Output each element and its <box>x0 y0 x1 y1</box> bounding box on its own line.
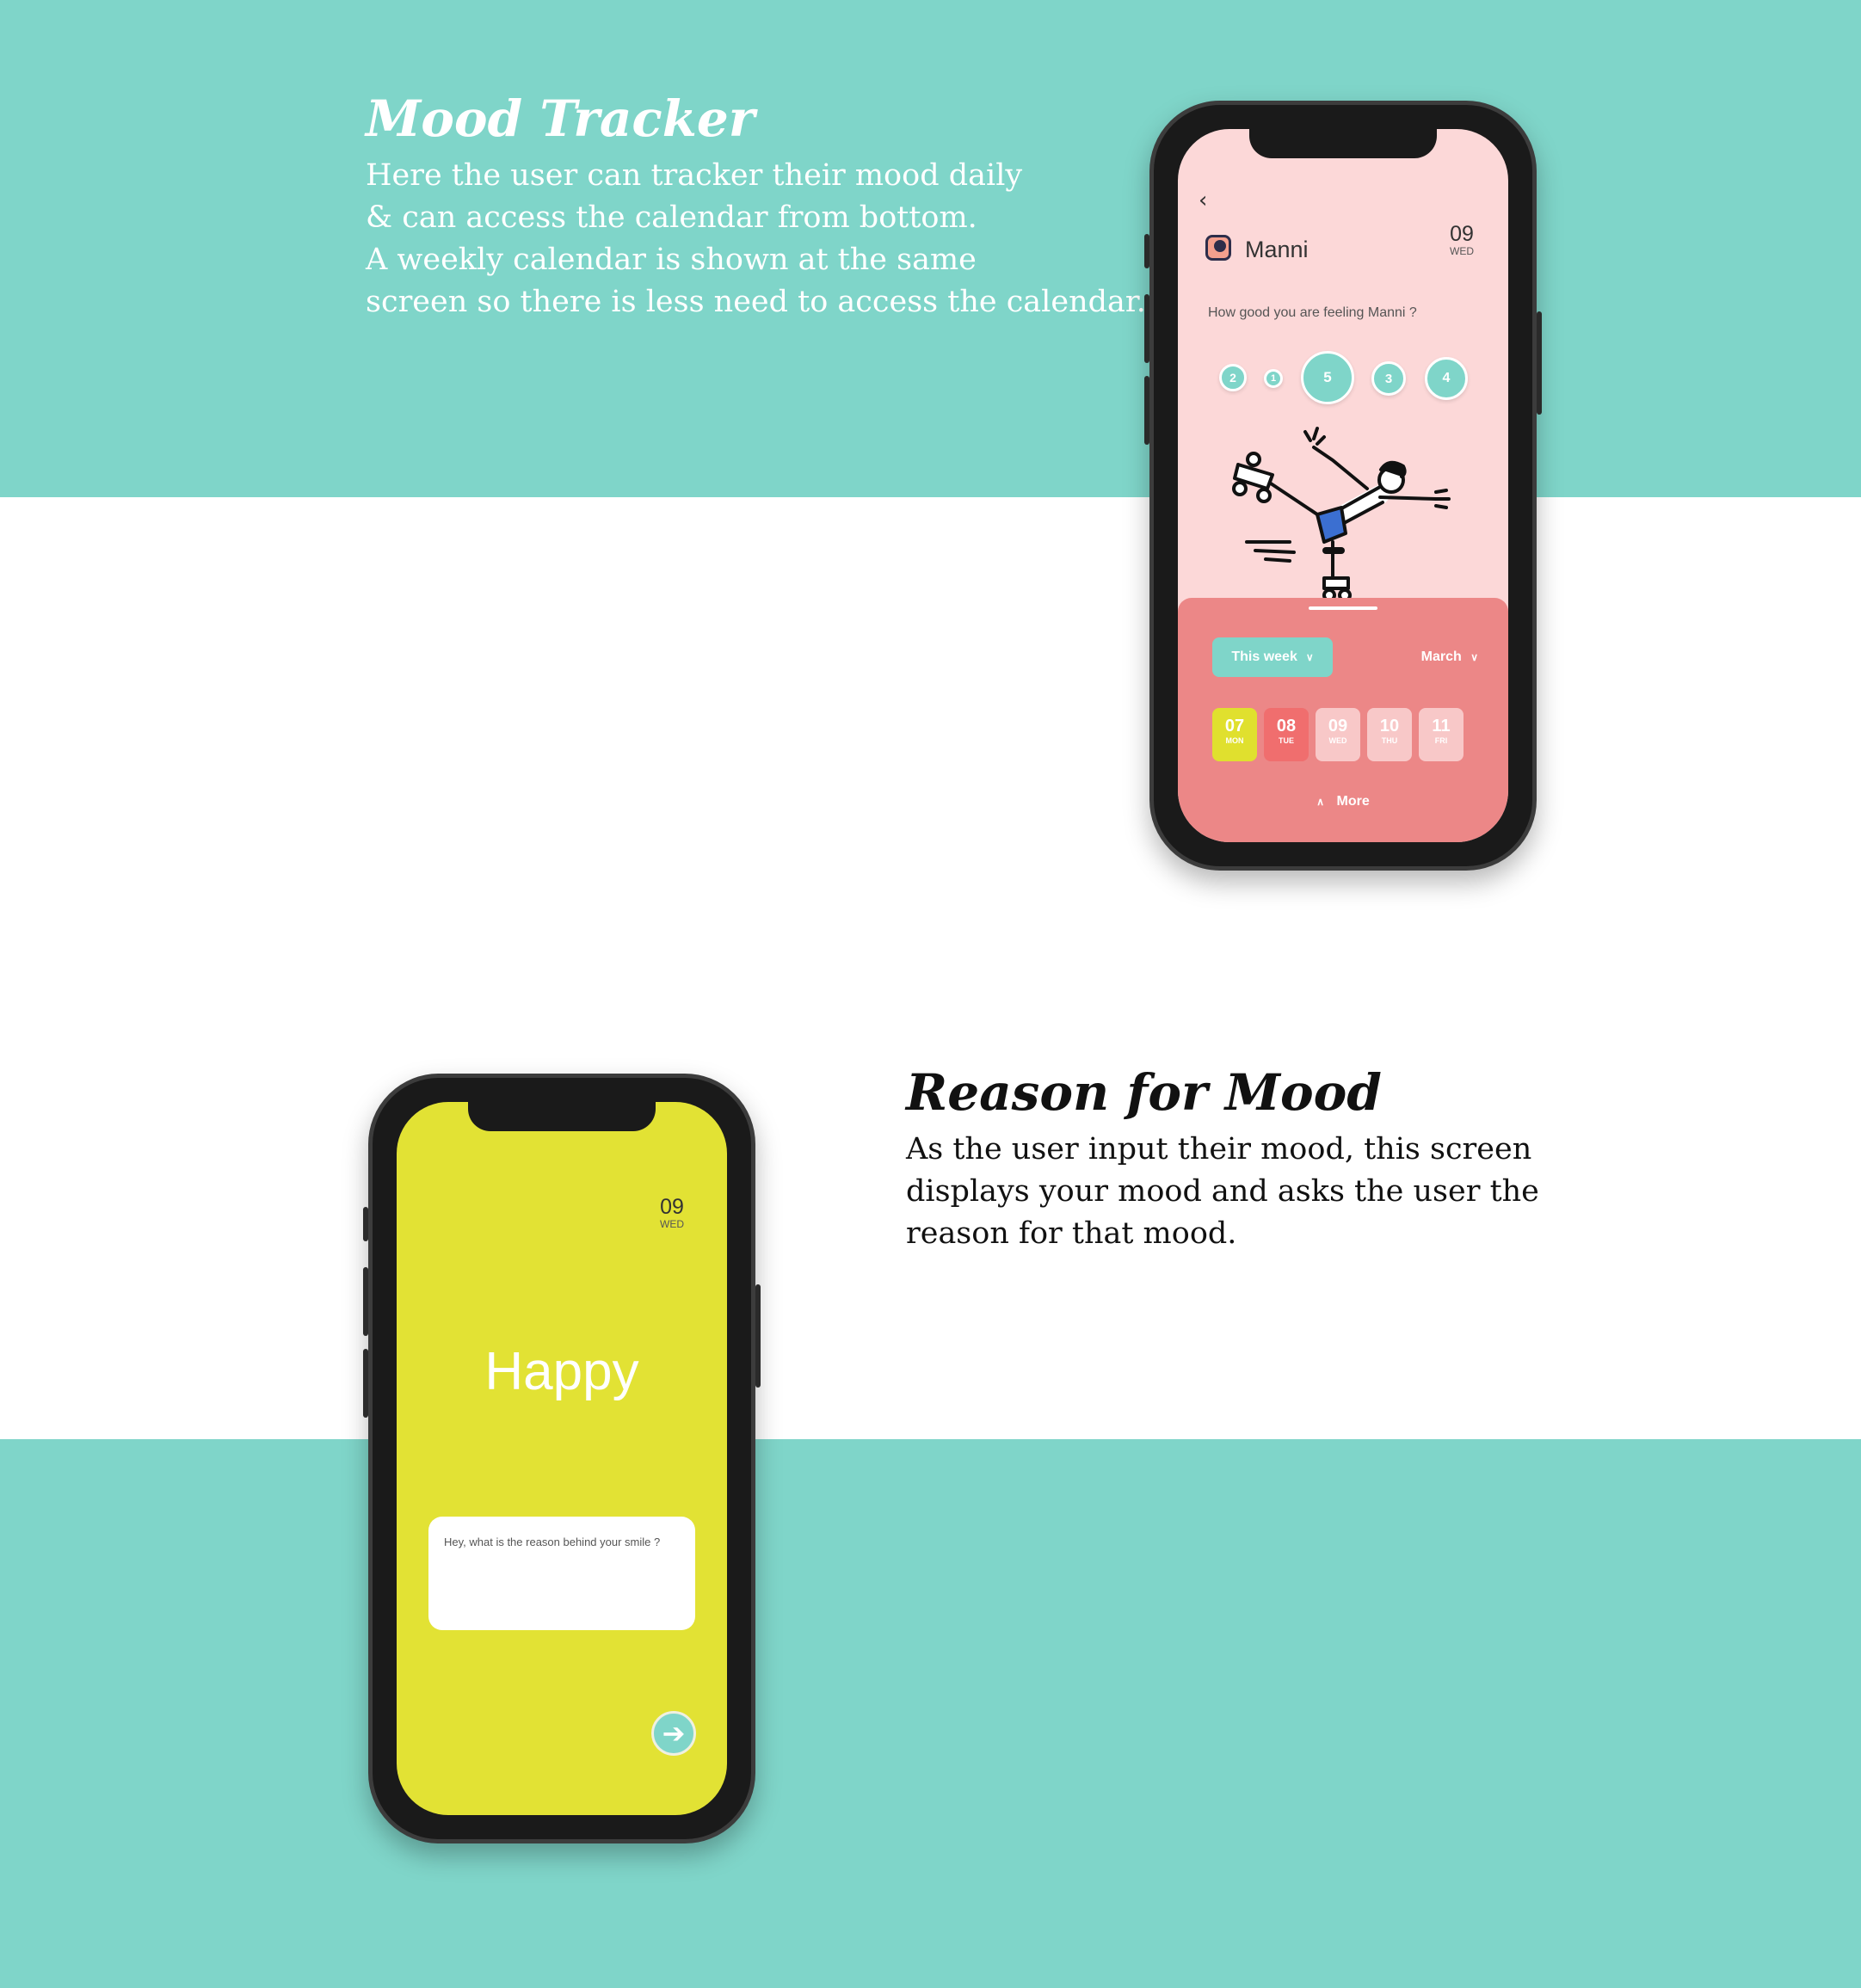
week-filter-dropdown[interactable]: This week ∨ <box>1212 637 1333 677</box>
avatar[interactable] <box>1205 235 1231 261</box>
current-date: 09 WED <box>1436 222 1488 257</box>
day-number: 07 <box>1224 717 1245 735</box>
date-weekday: WED <box>1450 245 1474 257</box>
user-name: Manni <box>1245 237 1309 262</box>
chevron-down-icon: ∨ <box>1305 651 1314 663</box>
phone-notch <box>468 1102 656 1131</box>
current-date: 09 WED <box>646 1195 698 1230</box>
section-paragraph: Here the user can tracker their mood dai… <box>366 155 1146 323</box>
chevron-up-icon: ∧ <box>1316 796 1325 808</box>
paragraph-line: & can access the calendar from bottom. <box>366 200 977 235</box>
phone-mockup-reason-for-mood: 09 WED Happy Hey, what is the reason beh… <box>363 1074 761 1843</box>
day-number: 10 <box>1379 717 1400 735</box>
day-chip-thu[interactable]: 10 THU <box>1367 708 1412 761</box>
mood-tracker-screen: ‹ Manni 09 WED How good you are feeling … <box>1178 129 1508 842</box>
day-number: 08 <box>1276 717 1297 735</box>
reason-input[interactable]: Hey, what is the reason behind your smil… <box>428 1517 695 1630</box>
mood-option-4[interactable]: 4 <box>1425 357 1468 400</box>
back-button[interactable]: ‹ <box>1199 189 1207 212</box>
selected-mood: Happy <box>484 1342 639 1401</box>
day-weekday: WED <box>1328 736 1347 745</box>
phone-notch <box>1249 129 1437 158</box>
volume-down-button <box>1144 376 1149 445</box>
drag-handle[interactable] <box>1309 606 1377 610</box>
section-heading: Reason for Mood <box>906 1063 1382 1122</box>
reason-for-mood-description: Reason for Mood As the user input their … <box>906 1060 1560 1255</box>
section-paragraph: As the user input their mood, this scree… <box>906 1129 1560 1255</box>
more-label: More <box>1336 794 1370 809</box>
power-button <box>1537 311 1542 415</box>
reason-for-mood-screen: 09 WED Happy Hey, what is the reason beh… <box>397 1102 727 1815</box>
volume-down-button <box>363 1349 368 1418</box>
phone-mockup-mood-tracker: ‹ Manni 09 WED How good you are feeling … <box>1144 101 1542 871</box>
week-filter-label: This week <box>1231 649 1297 664</box>
date-weekday: WED <box>660 1218 684 1230</box>
day-chip-wed[interactable]: 09 WED <box>1316 708 1360 761</box>
roller-skater-illustration <box>1232 427 1451 602</box>
paragraph-line: As the user input their mood, this scree… <box>906 1132 1532 1166</box>
mute-switch <box>363 1207 368 1241</box>
volume-up-button <box>363 1267 368 1336</box>
month-label: March <box>1420 649 1462 664</box>
month-dropdown[interactable]: March ∨ <box>1421 649 1478 665</box>
day-chip-fri[interactable]: 11 FRI <box>1419 708 1464 761</box>
mood-option-2[interactable]: 2 <box>1219 364 1247 391</box>
day-weekday: FRI <box>1434 736 1448 745</box>
power-button <box>755 1284 761 1388</box>
day-weekday: MON <box>1225 736 1244 745</box>
paragraph-line: reason for that mood. <box>906 1216 1237 1251</box>
weekly-calendar-sheet[interactable]: This week ∨ March ∨ 07 MON 08 TUE 09 WED… <box>1178 598 1508 842</box>
day-weekday: TUE <box>1279 736 1294 745</box>
mood-option-5-selected[interactable]: 5 <box>1301 351 1354 404</box>
chevron-down-icon: ∨ <box>1470 651 1478 663</box>
day-chip-tue[interactable]: 08 TUE <box>1264 708 1309 761</box>
paragraph-line: Here the user can tracker their mood dai… <box>366 158 1023 193</box>
next-button[interactable]: ➔ <box>651 1711 696 1756</box>
volume-up-button <box>1144 294 1149 363</box>
day-chip-mon[interactable]: 07 MON <box>1212 708 1257 761</box>
mood-tracker-description: Mood Tracker Here the user can tracker t… <box>366 86 1146 323</box>
paragraph-line: displays your mood and asks the user the <box>906 1174 1539 1209</box>
mood-option-1[interactable]: 1 <box>1264 369 1283 388</box>
mute-switch <box>1144 234 1149 268</box>
day-number: 09 <box>1328 717 1348 735</box>
more-button[interactable]: ∧ More <box>1178 794 1508 809</box>
day-weekday: THU <box>1381 736 1398 745</box>
bottom-teal-band <box>0 1439 1861 1988</box>
mood-question: How good you are feeling Manni ? <box>1208 305 1417 320</box>
paragraph-line: A weekly calendar is shown at the same <box>366 243 977 277</box>
chevron-left-icon: ‹ <box>1199 188 1208 213</box>
date-day: 09 <box>660 1195 684 1219</box>
date-day: 09 <box>1450 222 1474 246</box>
section-heading: Mood Tracker <box>366 89 755 148</box>
paragraph-line: screen so there is less need to access t… <box>366 285 1146 319</box>
arrow-right-icon: ➔ <box>662 1717 686 1750</box>
mood-option-3[interactable]: 3 <box>1371 361 1406 396</box>
day-number: 11 <box>1432 717 1451 735</box>
